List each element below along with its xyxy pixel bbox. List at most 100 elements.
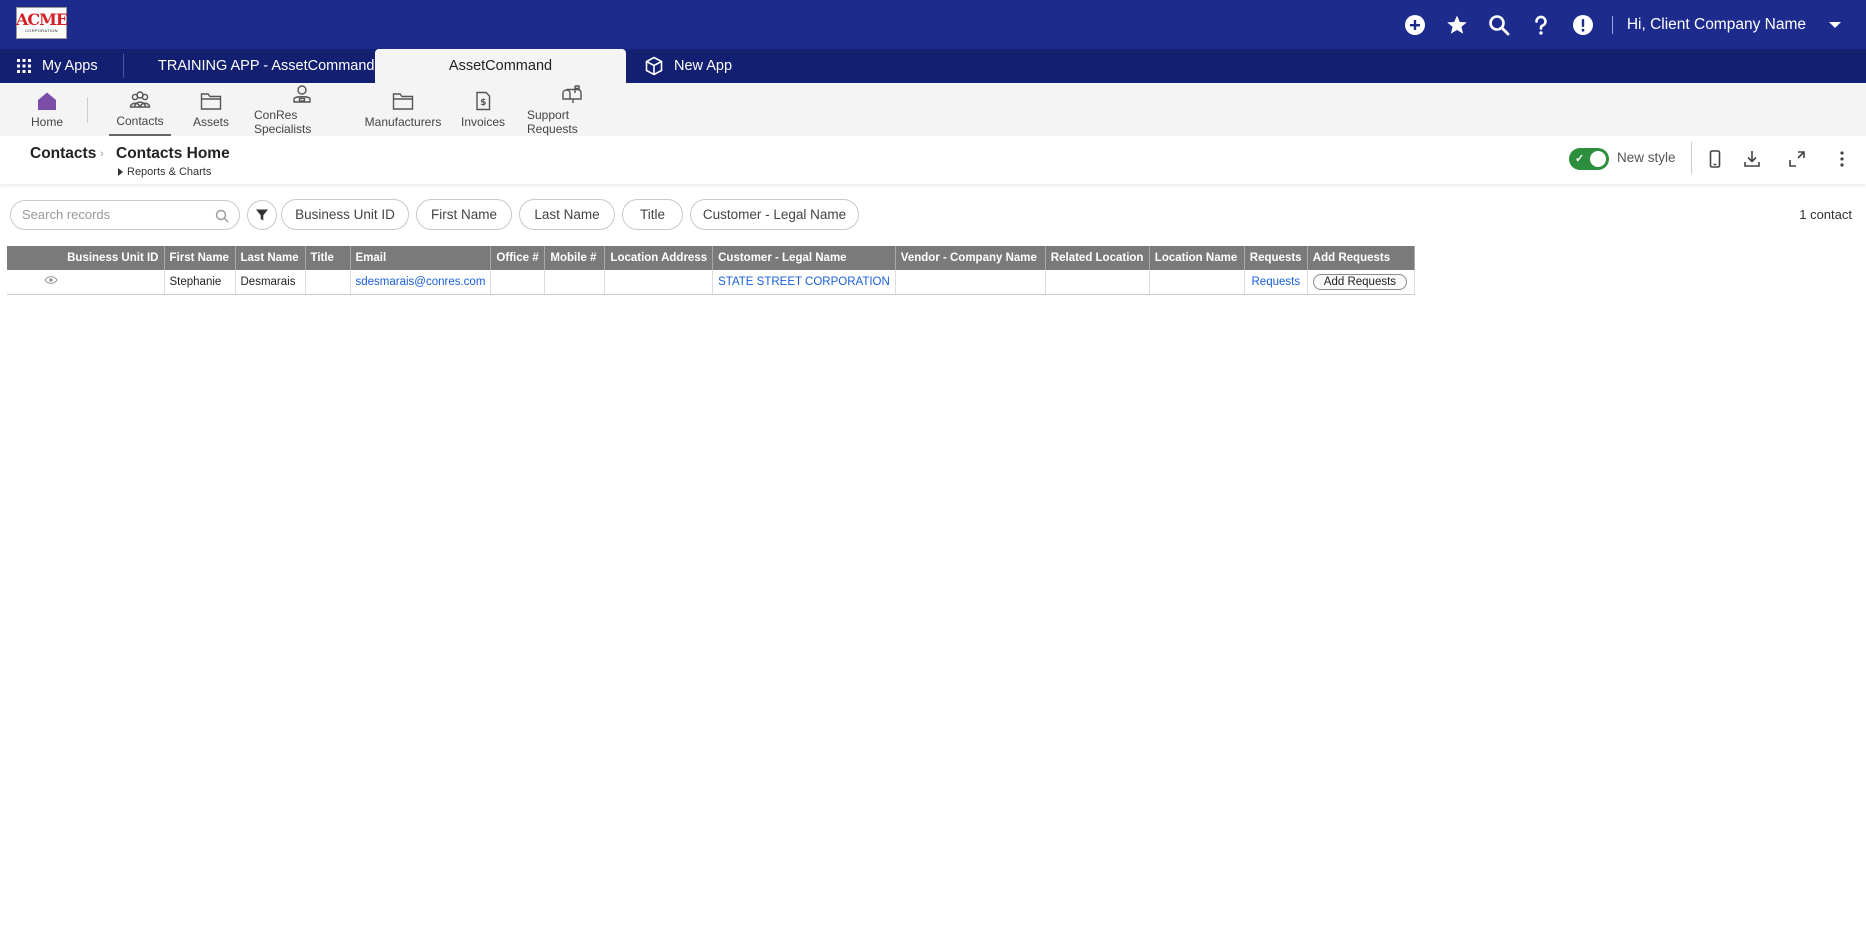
toggle-knob <box>1590 151 1606 167</box>
logo-subtext: CORPORATION <box>25 28 58 33</box>
search-input[interactable] <box>22 207 212 222</box>
filter-button[interactable] <box>247 200 277 230</box>
col-vendor-company-name[interactable]: Vendor - Company Name <box>895 246 1046 270</box>
table-header-row: Business Unit ID First Name Last Name Ti… <box>7 246 1415 270</box>
chip-customer-legal-name[interactable]: Customer - Legal Name <box>690 199 859 230</box>
cell-add-requests: Add Requests <box>1307 270 1415 295</box>
folder-icon <box>200 92 222 110</box>
nav-conres-specialists[interactable]: ConRes Specialists <box>254 83 350 136</box>
cell-first-name: Stephanie <box>164 270 236 295</box>
add-requests-button[interactable]: Add Requests <box>1312 273 1408 290</box>
chip-title[interactable]: Title <box>622 199 683 230</box>
new-style-toggle[interactable]: ✓ <box>1569 148 1609 170</box>
my-apps-tab[interactable]: My Apps <box>16 49 98 83</box>
filter-icon <box>256 209 268 221</box>
help-icon[interactable] <box>1530 14 1552 36</box>
mobile-icon[interactable] <box>1705 149 1725 169</box>
nav-home[interactable]: Home <box>28 83 66 136</box>
reports-charts-toggle[interactable]: Reports & Charts <box>118 166 211 178</box>
cell-vendor <box>895 270 1046 295</box>
new-style-label: New style <box>1617 150 1676 165</box>
cell-related-location <box>1045 270 1150 295</box>
cube-icon <box>645 56 663 76</box>
my-apps-label: My Apps <box>42 58 98 74</box>
col-customer-legal-name[interactable]: Customer - Legal Name <box>712 246 896 270</box>
search-icon[interactable] <box>1488 14 1510 36</box>
more-vertical-icon[interactable] <box>1832 149 1852 169</box>
nav-assets-label: Assets <box>192 114 229 129</box>
global-header: ACME CORPORATION Hi, Client Company Name <box>0 0 1866 49</box>
cell-location-name <box>1149 270 1245 295</box>
tab-divider <box>123 54 124 78</box>
col-location-address[interactable]: Location Address <box>604 246 714 270</box>
header-divider <box>1691 142 1692 174</box>
plus-circle-icon[interactable] <box>1404 14 1426 36</box>
nav-manufacturers[interactable]: Manufacturers <box>364 83 442 136</box>
cell-title <box>305 270 351 295</box>
cell-mobile <box>544 270 606 295</box>
col-last-name[interactable]: Last Name <box>235 246 306 270</box>
table-row: Stephanie Desmarais sdesmarais@conres.co… <box>7 270 1415 295</box>
nav-specialists-label: ConRes Specialists <box>254 107 312 136</box>
app-tab-bar: My Apps TRAINING APP - AssetCommand Asse… <box>0 49 1866 83</box>
grid-icon <box>17 59 31 73</box>
requests-link[interactable]: Requests <box>1252 276 1301 288</box>
nav-invoices[interactable]: $ Invoices <box>460 83 506 136</box>
nav-invoices-label: Invoices <box>460 114 506 129</box>
nav-divider <box>87 97 88 123</box>
col-add-requests[interactable]: Add Requests <box>1307 246 1415 270</box>
global-actions: Hi, Client Company Name <box>1384 0 1866 49</box>
eye-icon[interactable] <box>44 275 58 285</box>
contacts-table: Business Unit ID First Name Last Name Ti… <box>7 246 1415 295</box>
svg-text:$: $ <box>480 98 486 108</box>
col-mobile[interactable]: Mobile # <box>544 246 606 270</box>
col-title[interactable]: Title <box>305 246 351 270</box>
nav-support-requests[interactable]: Support Requests <box>527 83 617 136</box>
specialist-icon <box>293 84 311 103</box>
page-nav: Home Contacts Assets ConRes Specialists … <box>0 83 1866 136</box>
download-icon[interactable] <box>1742 149 1762 169</box>
star-icon[interactable] <box>1446 14 1468 36</box>
expand-icon[interactable] <box>1787 149 1807 169</box>
tab-training-app[interactable]: TRAINING APP - AssetCommand <box>158 49 375 83</box>
col-business-unit-id[interactable]: Business Unit ID <box>7 246 165 270</box>
email-link[interactable]: sdesmarais@conres.com <box>356 276 486 288</box>
search-field <box>10 200 240 230</box>
col-first-name[interactable]: First Name <box>164 246 236 270</box>
nav-manufacturers-label: Manufacturers <box>364 114 442 129</box>
breadcrumb-chevron-icon: › <box>100 148 104 160</box>
new-app-label: New App <box>674 58 733 74</box>
caret-right-icon <box>118 168 123 176</box>
acme-logo[interactable]: ACME CORPORATION <box>15 7 68 39</box>
nav-contacts[interactable]: Contacts <box>109 83 171 136</box>
cell-last-name: Desmarais <box>235 270 306 295</box>
chip-first-name[interactable]: First Name <box>416 199 512 230</box>
user-menu[interactable]: Hi, Client Company Name <box>1627 16 1806 34</box>
cell-location-address <box>604 270 714 295</box>
nav-assets[interactable]: Assets <box>190 83 232 136</box>
reports-charts-label: Reports & Charts <box>127 166 212 178</box>
breadcrumb-contacts[interactable]: Contacts <box>30 145 96 163</box>
col-requests[interactable]: Requests <box>1244 246 1308 270</box>
chip-business-unit-id[interactable]: Business Unit ID <box>281 199 409 230</box>
caret-down-icon[interactable] <box>1828 20 1842 30</box>
cell-requests: Requests <box>1244 270 1308 295</box>
check-icon: ✓ <box>1575 153 1585 165</box>
cell-office <box>490 270 546 295</box>
page-title: Contacts Home <box>116 145 230 162</box>
col-related-location[interactable]: Related Location <box>1045 246 1150 270</box>
col-email[interactable]: Email <box>350 246 492 270</box>
nav-contacts-label: Contacts <box>116 113 164 128</box>
col-office[interactable]: Office # <box>490 246 546 270</box>
nav-support-label: Support Requests <box>527 107 578 136</box>
tab-new-app[interactable]: New App <box>644 49 732 83</box>
tab-assetcommand[interactable]: AssetCommand <box>375 49 626 83</box>
search-icon[interactable] <box>215 209 229 223</box>
customer-link[interactable]: STATE STREET CORPORATION <box>718 276 890 288</box>
alert-icon[interactable] <box>1572 14 1594 36</box>
cell-email: sdesmarais@conres.com <box>350 270 492 295</box>
mailbox-icon <box>562 84 582 103</box>
col-location-name[interactable]: Location Name <box>1149 246 1245 270</box>
logo-text: ACME <box>15 10 68 29</box>
chip-last-name[interactable]: Last Name <box>519 199 615 230</box>
